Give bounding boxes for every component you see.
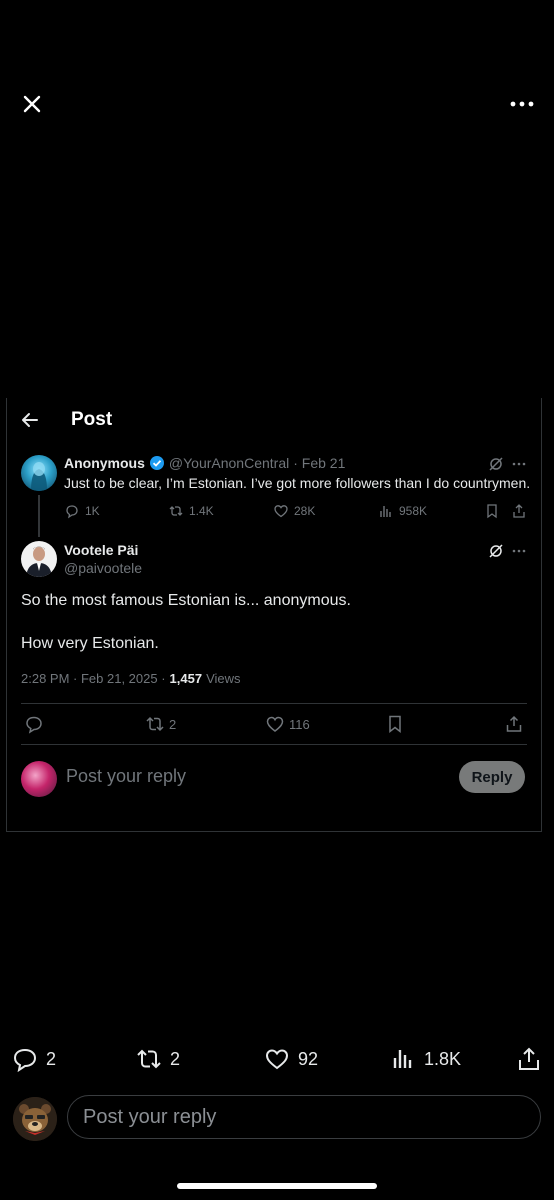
like-action[interactable]: 28K bbox=[273, 503, 315, 519]
repost-icon bbox=[169, 506, 183, 516]
repost-action[interactable]: 2 bbox=[136, 1046, 180, 1072]
views-number: 1,457 bbox=[169, 671, 203, 686]
post-more-icon[interactable] bbox=[511, 456, 527, 472]
grok-icon[interactable] bbox=[488, 456, 504, 472]
repost-icon bbox=[146, 716, 164, 732]
back-arrow-icon bbox=[20, 410, 40, 430]
reply-count: 2 bbox=[46, 1048, 57, 1069]
reply-action[interactable] bbox=[24, 714, 44, 734]
like-action[interactable]: 116 bbox=[265, 714, 310, 734]
more-options-button[interactable] bbox=[508, 92, 536, 116]
share-action[interactable] bbox=[516, 1046, 542, 1072]
close-icon bbox=[23, 95, 41, 113]
home-indicator[interactable] bbox=[177, 1183, 377, 1189]
post-timestamp: 2:28 PM · Feb 21, 2025 · bbox=[21, 671, 166, 686]
avatar bbox=[21, 541, 57, 577]
repost-count: 2 bbox=[169, 716, 177, 732]
reply-icon bbox=[66, 505, 78, 519]
divider bbox=[21, 744, 527, 745]
views-icon bbox=[380, 506, 391, 517]
views-icon bbox=[393, 1050, 412, 1068]
avatar bbox=[13, 1097, 57, 1141]
post-text-line-2: How very Estonian. bbox=[21, 635, 159, 652]
share-icon bbox=[519, 1047, 539, 1070]
like-count: 116 bbox=[289, 716, 310, 732]
avatar bbox=[21, 761, 57, 797]
views-action[interactable]: 958K bbox=[378, 503, 427, 519]
reply-count: 1K bbox=[85, 504, 100, 518]
views-action[interactable]: 1.8K bbox=[390, 1046, 461, 1072]
heart-icon bbox=[266, 716, 284, 732]
views-count: 1.8K bbox=[424, 1048, 462, 1069]
reply-action[interactable]: 2 bbox=[12, 1046, 56, 1072]
avatar bbox=[21, 455, 57, 491]
like-count: 92 bbox=[298, 1048, 319, 1069]
bookmark-icon bbox=[389, 715, 401, 734]
reply-icon bbox=[26, 716, 42, 734]
reply-action[interactable]: 1K bbox=[64, 503, 100, 519]
like-count: 28K bbox=[294, 504, 316, 518]
verified-badge-icon bbox=[149, 455, 165, 471]
more-icon bbox=[510, 101, 534, 107]
thread-line bbox=[38, 495, 40, 537]
heart-icon bbox=[265, 1049, 289, 1070]
post-more-icon[interactable] bbox=[511, 543, 527, 559]
repost-icon bbox=[137, 1049, 161, 1069]
reply-icon bbox=[13, 1048, 37, 1072]
views-label: Views bbox=[206, 671, 241, 686]
views-count: 958K bbox=[399, 504, 428, 518]
share-icon[interactable] bbox=[511, 503, 527, 519]
share-action[interactable] bbox=[504, 714, 524, 734]
post-date: · Feb 21 bbox=[293, 455, 346, 471]
grok-icon[interactable] bbox=[488, 543, 504, 559]
bookmark-icon[interactable] bbox=[484, 503, 500, 519]
bookmark-action[interactable] bbox=[385, 714, 405, 734]
author-handle: @paivootele bbox=[64, 560, 143, 576]
repost-action[interactable]: 2 bbox=[145, 714, 176, 734]
share-icon bbox=[506, 715, 522, 732]
inner-reply-input[interactable]: Post your reply bbox=[66, 766, 186, 787]
reply-button[interactable]: Reply bbox=[459, 761, 525, 793]
author-handle: @YourAnonCentral bbox=[168, 455, 290, 471]
page-title: Post bbox=[71, 409, 113, 430]
like-action[interactable]: 92 bbox=[264, 1046, 318, 1072]
post-text-line-1: So the most famous Estonian is... anonym… bbox=[21, 592, 351, 609]
repost-count: 2 bbox=[170, 1048, 181, 1069]
divider bbox=[21, 703, 527, 704]
author-name: Anonymous bbox=[64, 455, 145, 471]
repost-count: 1.4K bbox=[189, 504, 214, 518]
post-text: Just to be clear, I’m Estonian. I’ve got… bbox=[64, 475, 531, 491]
reply-input-placeholder: Post your reply bbox=[83, 1106, 217, 1128]
repost-action[interactable]: 1.4K bbox=[168, 503, 214, 519]
close-button[interactable] bbox=[20, 92, 44, 116]
heart-icon bbox=[274, 505, 288, 518]
author-name: Vootele Päi bbox=[64, 542, 139, 558]
